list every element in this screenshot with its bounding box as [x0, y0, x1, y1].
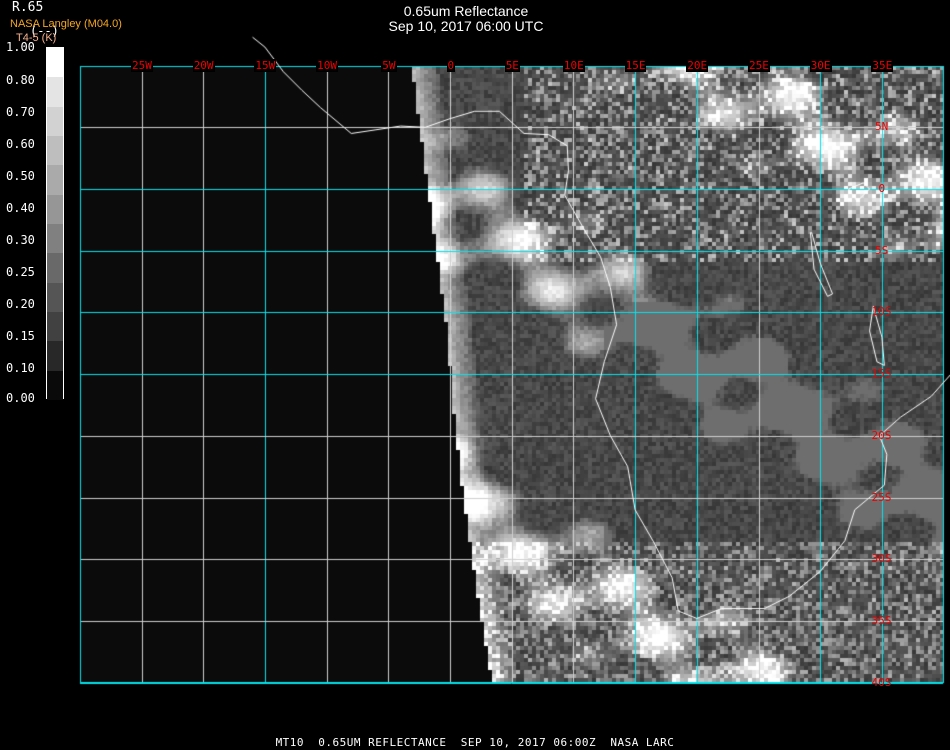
lon-label: 5W — [381, 59, 397, 72]
lon-label: 10E — [562, 59, 585, 72]
lon-label: 35E — [871, 59, 894, 72]
lat-label: 25S — [871, 490, 892, 504]
color-scale-segment — [47, 223, 63, 254]
color-scale-tick: 0.30 — [6, 233, 35, 247]
lat-label: 0 — [878, 182, 886, 195]
lon-label: 0 — [446, 59, 456, 72]
lon-label: 30E — [809, 59, 832, 72]
lat-label: 5S — [875, 243, 889, 257]
lat-label: 10S — [871, 305, 892, 319]
color-scale-segment — [47, 165, 63, 195]
color-scale-tick: 0.20 — [6, 297, 35, 311]
color-scale-tick: 0.50 — [6, 169, 35, 183]
color-scale-tick: 0.00 — [6, 391, 35, 405]
lon-label: 20E — [686, 59, 709, 72]
color-scale-tick: 0.15 — [6, 329, 35, 343]
lon-label: 15E — [624, 59, 647, 72]
color-scale-tick: 0.40 — [6, 201, 35, 215]
color-scale-segment — [47, 135, 63, 166]
footer-caption: MT10 0.65UM REFLECTANCE SEP 10, 2017 06:… — [275, 736, 675, 749]
lat-label: 15S — [871, 367, 892, 381]
lat-label: 20S — [871, 428, 892, 442]
image-title: 0.65um Reflectance — [403, 3, 529, 19]
lat-label: 5N — [875, 120, 889, 134]
lon-label: 25W — [131, 59, 153, 72]
lon-label: 20W — [192, 59, 215, 72]
color-scale-tick: 0.25 — [6, 265, 35, 279]
color-scale-segment — [47, 341, 63, 371]
lon-label: 25E — [748, 59, 770, 72]
color-scale-segment — [47, 311, 63, 342]
lat-label: 40S — [871, 675, 892, 689]
color-scale-segment — [47, 77, 63, 107]
lat-label: 30S — [871, 552, 892, 566]
color-scale-segment — [47, 194, 63, 224]
color-scale-bar — [46, 47, 64, 400]
lon-label: 5E — [504, 59, 520, 72]
satellite-image — [0, 0, 950, 750]
color-scale-tick: 0.80 — [6, 73, 35, 87]
color-scale-tick: 0.60 — [6, 137, 35, 151]
color-scale-segment — [47, 370, 63, 400]
lon-label: 10W — [316, 59, 338, 72]
color-scale-segment — [47, 48, 63, 78]
lon-label: 15W — [254, 59, 277, 72]
color-scale-tick: 0.10 — [6, 361, 35, 375]
color-scale-segment — [47, 106, 63, 136]
color-scale-segment — [47, 282, 63, 312]
image-timestamp: Sep 10, 2017 06:00 UTC — [388, 18, 544, 34]
lat-label: 35S — [871, 613, 892, 627]
color-scale-tick: 0.70 — [6, 105, 35, 119]
color-scale-segment — [47, 253, 63, 283]
